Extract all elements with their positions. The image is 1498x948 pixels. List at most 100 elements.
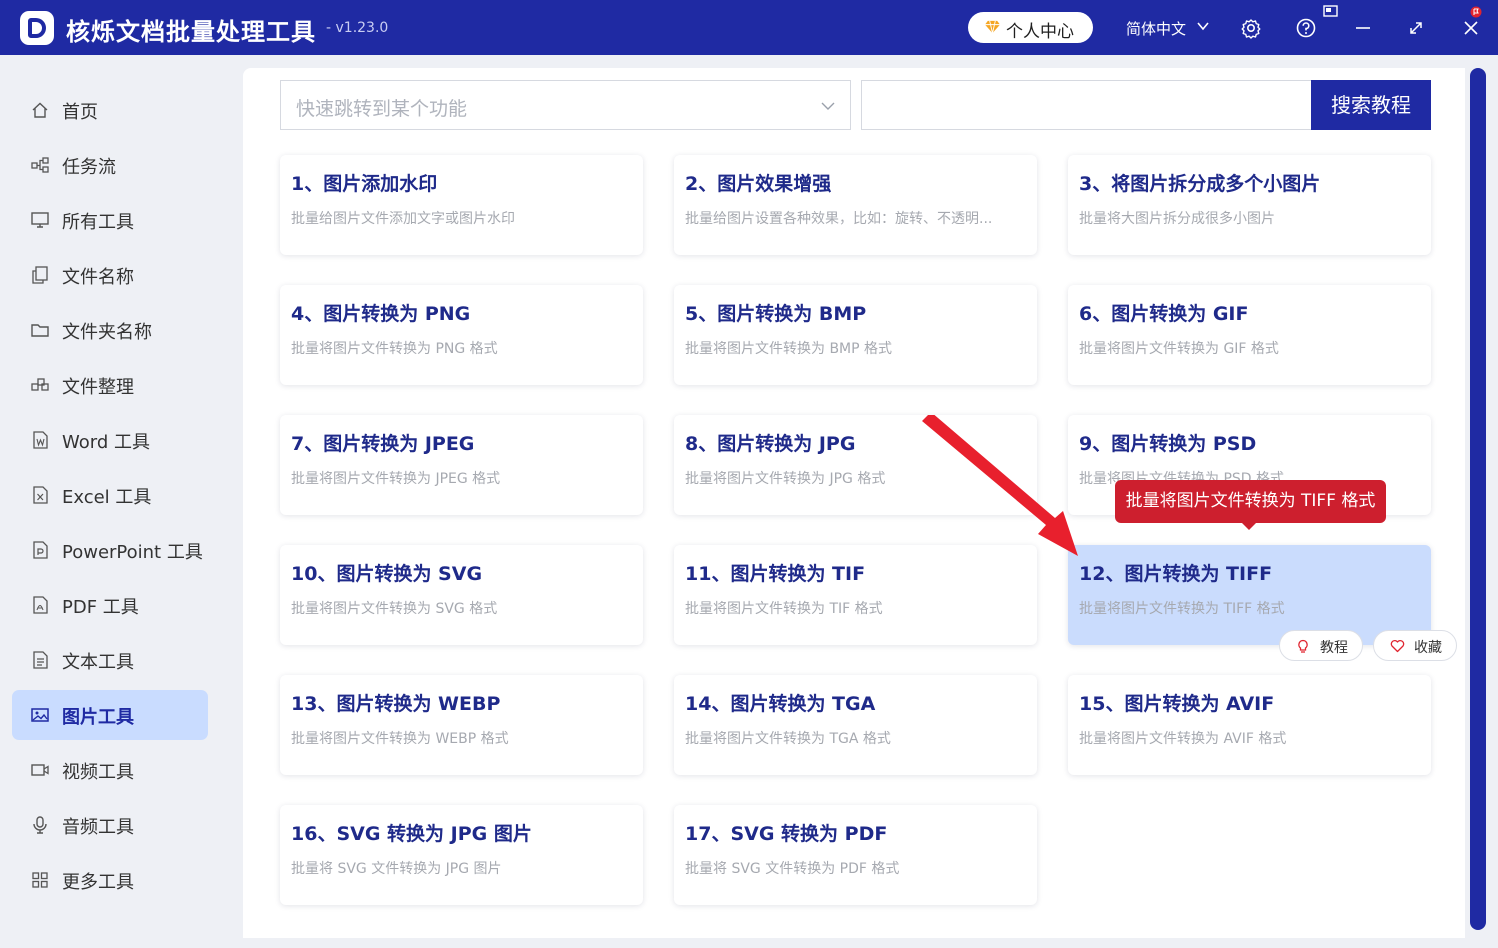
tooltip: 批量将图片文件转换为 TIFF 格式 xyxy=(1115,480,1386,523)
tool-card-title: 5、图片转换为 BMP xyxy=(685,303,867,325)
monitor-icon xyxy=(31,212,49,228)
sidebar-item-folder[interactable]: 文件夹名称 xyxy=(12,305,208,355)
personal-center-label: 个人中心 xyxy=(1006,22,1074,42)
tool-card-title: 13、图片转换为 WEBP xyxy=(291,693,501,715)
tool-card-description: 批量将 SVG 文件转换为 PDF 格式 xyxy=(685,861,900,877)
gear-icon[interactable] xyxy=(1238,15,1264,41)
sidebar-item-organize[interactable]: 文件整理 xyxy=(12,360,208,410)
tutorial-button[interactable]: 教程 xyxy=(1279,630,1363,661)
text-icon xyxy=(33,651,48,669)
help-icon[interactable] xyxy=(1293,15,1319,41)
sidebar-item-label: 首页 xyxy=(62,102,98,123)
notification-flag-icon[interactable] xyxy=(1467,3,1485,19)
tool-card[interactable]: 12、图片转换为 TIFF 批量将图片文件转换为 TIFF 格式 xyxy=(1068,545,1431,645)
sidebar-item-label: 文件名称 xyxy=(62,267,134,288)
scrollbar[interactable] xyxy=(1470,68,1486,930)
microphone-icon xyxy=(33,816,47,834)
tool-card-title: 12、图片转换为 TIFF xyxy=(1079,563,1273,585)
tool-card-title: 4、图片转换为 PNG xyxy=(291,303,471,325)
tool-card-title: 15、图片转换为 AVIF xyxy=(1079,693,1275,715)
function-jump-placeholder: 快速跳转到某个功能 xyxy=(296,98,468,120)
function-jump-select[interactable]: 快速跳转到某个功能 xyxy=(280,80,851,130)
file-copy-icon xyxy=(32,266,48,284)
app-version: - v1.23.0 xyxy=(326,20,389,36)
sidebar-item-pdf[interactable]: PDF 工具 xyxy=(12,580,208,630)
tool-card-title: 10、图片转换为 SVG xyxy=(291,563,483,585)
tool-card[interactable]: 2、图片效果增强 批量给图片设置各种效果，比如：旋转、不透明... xyxy=(674,155,1037,255)
tool-card[interactable]: 3、将图片拆分成多个小图片 批量将大图片拆分成很多小图片 xyxy=(1068,155,1431,255)
tool-card-description: 批量将图片文件转换为 PNG 格式 xyxy=(291,341,498,357)
video-icon xyxy=(31,764,49,776)
sidebar-item-label: 文本工具 xyxy=(62,652,134,673)
sidebar-item-label: Excel 工具 xyxy=(62,487,152,508)
app-title: 核烁文档批量处理工具 xyxy=(66,18,316,46)
tool-card-description: 批量将图片文件转换为 GIF 格式 xyxy=(1079,341,1279,357)
tool-card[interactable]: 17、SVG 转换为 PDF 批量将 SVG 文件转换为 PDF 格式 xyxy=(674,805,1037,905)
tool-card[interactable]: 5、图片转换为 BMP 批量将图片文件转换为 BMP 格式 xyxy=(674,285,1037,385)
sidebar-item-grid[interactable]: 更多工具 xyxy=(12,855,208,905)
sidebar-item-label: Word 工具 xyxy=(62,432,150,453)
annotation-arrow-icon xyxy=(922,415,1078,556)
sidebar-item-label: 所有工具 xyxy=(62,212,134,233)
tool-card[interactable]: 13、图片转换为 WEBP 批量将图片文件转换为 WEBP 格式 xyxy=(280,675,643,775)
diamond-icon xyxy=(985,20,1000,34)
home-icon xyxy=(32,102,48,118)
tool-card-title: 6、图片转换为 GIF xyxy=(1079,303,1249,325)
heart-icon xyxy=(1390,639,1405,653)
tool-card[interactable]: 10、图片转换为 SVG 批量将图片文件转换为 SVG 格式 xyxy=(280,545,643,645)
tool-card-title: 9、图片转换为 PSD xyxy=(1079,433,1257,455)
tool-card-description: 批量将图片文件转换为 TIF 格式 xyxy=(685,601,883,617)
tool-card-description: 批量将图片文件转换为 JPEG 格式 xyxy=(291,471,501,487)
tool-card-description: 批量将图片文件转换为 TGA 格式 xyxy=(685,731,891,747)
tutorial-search-input[interactable] xyxy=(861,80,1313,130)
organize-icon xyxy=(31,378,49,391)
tool-card-description: 批量将图片文件转换为 SVG 格式 xyxy=(291,601,498,617)
personal-center-button[interactable]: 个人中心 xyxy=(968,12,1093,43)
app-logo xyxy=(20,11,54,45)
tool-card-title: 3、将图片拆分成多个小图片 xyxy=(1079,173,1321,195)
maximize-icon[interactable] xyxy=(1403,15,1429,41)
tool-card-description: 批量给图片文件添加文字或图片水印 xyxy=(291,211,515,227)
sidebar-item-image[interactable]: 图片工具 xyxy=(12,690,208,740)
tool-card[interactable]: 6、图片转换为 GIF 批量将图片文件转换为 GIF 格式 xyxy=(1068,285,1431,385)
folder-icon xyxy=(31,324,49,337)
tool-card[interactable]: 15、图片转换为 AVIF 批量将图片文件转换为 AVIF 格式 xyxy=(1068,675,1431,775)
language-select[interactable]: 简体中文 xyxy=(1126,18,1186,39)
tool-card[interactable]: 14、图片转换为 TGA 批量将图片文件转换为 TGA 格式 xyxy=(674,675,1037,775)
sidebar-item-video[interactable]: 视频工具 xyxy=(12,745,208,795)
image-icon xyxy=(31,708,49,722)
tool-card-title: 11、图片转换为 TIF xyxy=(685,563,866,585)
tutorial-label: 教程 xyxy=(1320,640,1348,656)
tool-card-title: 1、图片添加水印 xyxy=(291,173,438,195)
tool-card-description: 批量给图片设置各种效果，比如：旋转、不透明... xyxy=(685,211,993,227)
powerpoint-icon xyxy=(33,541,48,559)
sidebar-item-workflow[interactable]: 任务流 xyxy=(12,140,208,190)
sidebar-item-excel[interactable]: Excel 工具 xyxy=(12,470,208,520)
chevron-down-icon[interactable] xyxy=(1196,19,1210,33)
sidebar-item-monitor[interactable]: 所有工具 xyxy=(12,195,208,245)
minimize-icon[interactable] xyxy=(1350,15,1376,41)
workflow-icon xyxy=(31,157,49,173)
screenshot-icon[interactable] xyxy=(1322,4,1340,20)
sidebar-item-label: 图片工具 xyxy=(62,707,134,728)
sidebar-item-word[interactable]: Word 工具 xyxy=(12,415,208,465)
search-tutorial-button[interactable]: 搜索教程 xyxy=(1311,80,1431,130)
tool-card[interactable]: 16、SVG 转换为 JPG 图片 批量将 SVG 文件转换为 JPG 图片 xyxy=(280,805,643,905)
sidebar-item-powerpoint[interactable]: PowerPoint 工具 xyxy=(12,525,208,575)
word-icon xyxy=(33,431,48,449)
tool-card[interactable]: 4、图片转换为 PNG 批量将图片文件转换为 PNG 格式 xyxy=(280,285,643,385)
tool-card[interactable]: 7、图片转换为 JPEG 批量将图片文件转换为 JPEG 格式 xyxy=(280,415,643,515)
tool-card-description: 批量将图片文件转换为 WEBP 格式 xyxy=(291,731,509,747)
sidebar-item-file-copy[interactable]: 文件名称 xyxy=(12,250,208,300)
sidebar-item-microphone[interactable]: 音频工具 xyxy=(12,800,208,850)
tool-card[interactable]: 1、图片添加水印批量给图片文件添加文字或图片水印 xyxy=(280,155,643,255)
tool-card-title: 8、图片转换为 JPG xyxy=(685,433,856,455)
tool-card-description: 批量将图片文件转换为 AVIF 格式 xyxy=(1079,731,1287,747)
tool-card-title: 14、图片转换为 TGA xyxy=(685,693,876,715)
favorite-button[interactable]: 收藏 xyxy=(1373,630,1457,661)
excel-icon xyxy=(33,486,48,504)
lightbulb-icon xyxy=(1298,639,1308,653)
sidebar-item-label: 文件夹名称 xyxy=(62,322,152,343)
sidebar-item-home[interactable]: 首页 xyxy=(12,85,208,135)
sidebar-item-text[interactable]: 文本工具 xyxy=(12,635,208,685)
